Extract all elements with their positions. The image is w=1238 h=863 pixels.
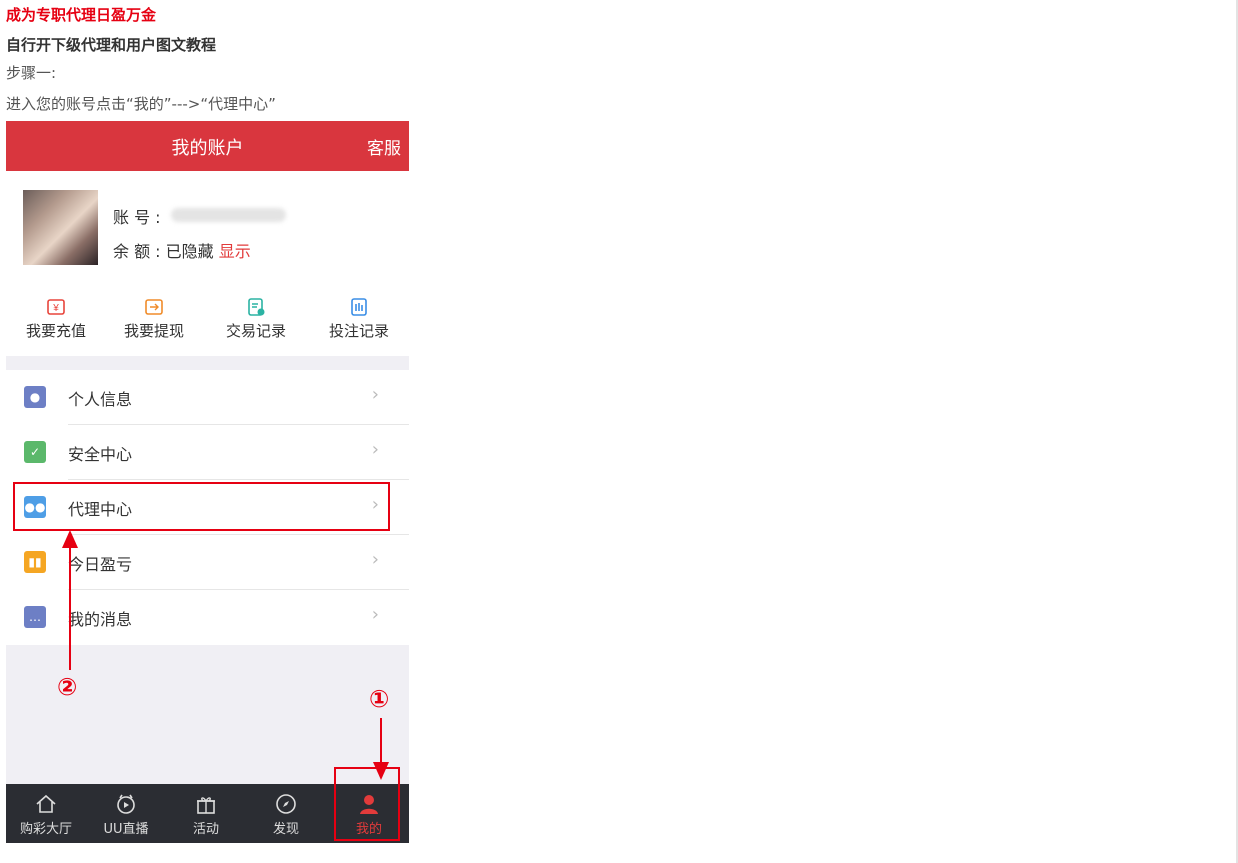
menu-item-personal-info[interactable]: ● 个人信息 › [6,370,409,425]
tab-discover[interactable]: 发现 [246,784,326,843]
account-number-blurred [171,208,286,222]
show-balance-link[interactable]: 显示 [219,242,251,261]
step-label: 步骤一: [6,64,57,82]
balance-label: 余 额 : 已隐藏 显示 [113,238,251,262]
recharge-label: 我要充值 [25,322,86,340]
avatar[interactable] [23,190,98,265]
bet-record-button[interactable]: 投注记录 [314,297,404,341]
balance-text: 余 额 : 已隐藏 [113,242,214,261]
menu-item-my-messages[interactable]: … 我的消息 › [6,590,409,645]
tab-live[interactable]: UU直播 [86,784,166,843]
person-icon: ● [24,386,46,408]
transaction-record-button[interactable]: 交易记录 [211,297,301,341]
tab-label: 活动 [192,822,219,837]
transaction-record-label: 交易记录 [225,322,286,340]
menu-item-today-profit[interactable]: ▮▮ 今日盈亏 › [6,535,409,590]
account-number-label: 账 号 : [113,208,161,227]
withdraw-label: 我要提现 [123,322,184,340]
live-icon [117,794,135,814]
tab-label: 发现 [272,822,299,837]
recharge-button[interactable]: ¥ 我要充值 [11,297,101,341]
menu-label: 个人信息 [68,390,133,409]
highlight-mine-tab [334,767,400,841]
annotation-step-two: ② [57,673,78,701]
svg-text:¥: ¥ [52,303,59,314]
article-title: 成为专职代理日盈万金 [6,6,157,24]
tab-label: UU直播 [103,822,149,837]
app-header: 我的账户 客服 [6,121,409,171]
article-subtitle: 自行开下级代理和用户图文教程 [6,36,217,54]
step-instruction: 进入您的账号点击“我的”--->“代理中心” [6,95,276,113]
chevron-right-icon: › [371,439,379,460]
bet-record-icon [351,298,367,316]
bar-chart-icon: ▮▮ [24,551,46,573]
customer-service-button[interactable]: 客服 [367,134,401,159]
account-card: 账 号 : 余 额 : 已隐藏 显示 ¥ 我要充值 我要提现 交易记录 投注记录 [6,171,409,356]
chevron-right-icon: › [371,384,379,405]
compass-icon [276,794,296,814]
withdraw-icon [145,299,163,315]
home-icon [36,794,56,813]
chevron-right-icon: › [371,604,379,625]
menu-item-security-center[interactable]: ✓ 安全中心 › [6,425,409,480]
transaction-record-icon [248,298,265,316]
tab-lobby[interactable]: 购彩大厅 [6,784,86,843]
header-title: 我的账户 [171,138,244,159]
withdraw-button[interactable]: 我要提现 [109,297,199,341]
bet-record-label: 投注记录 [328,322,389,340]
highlight-agent-center [13,482,390,531]
menu-label: 今日盈亏 [68,555,133,574]
tab-activity[interactable]: 活动 [166,784,246,843]
tab-label: 购彩大厅 [19,822,72,837]
chevron-right-icon: › [371,549,379,570]
shield-icon: ✓ [24,441,46,463]
gift-icon [197,797,215,814]
menu-label: 我的消息 [68,610,133,629]
annotation-step-one: ① [369,685,390,713]
recharge-icon: ¥ [47,299,65,315]
message-icon: … [24,606,46,628]
menu-label: 安全中心 [68,445,133,464]
